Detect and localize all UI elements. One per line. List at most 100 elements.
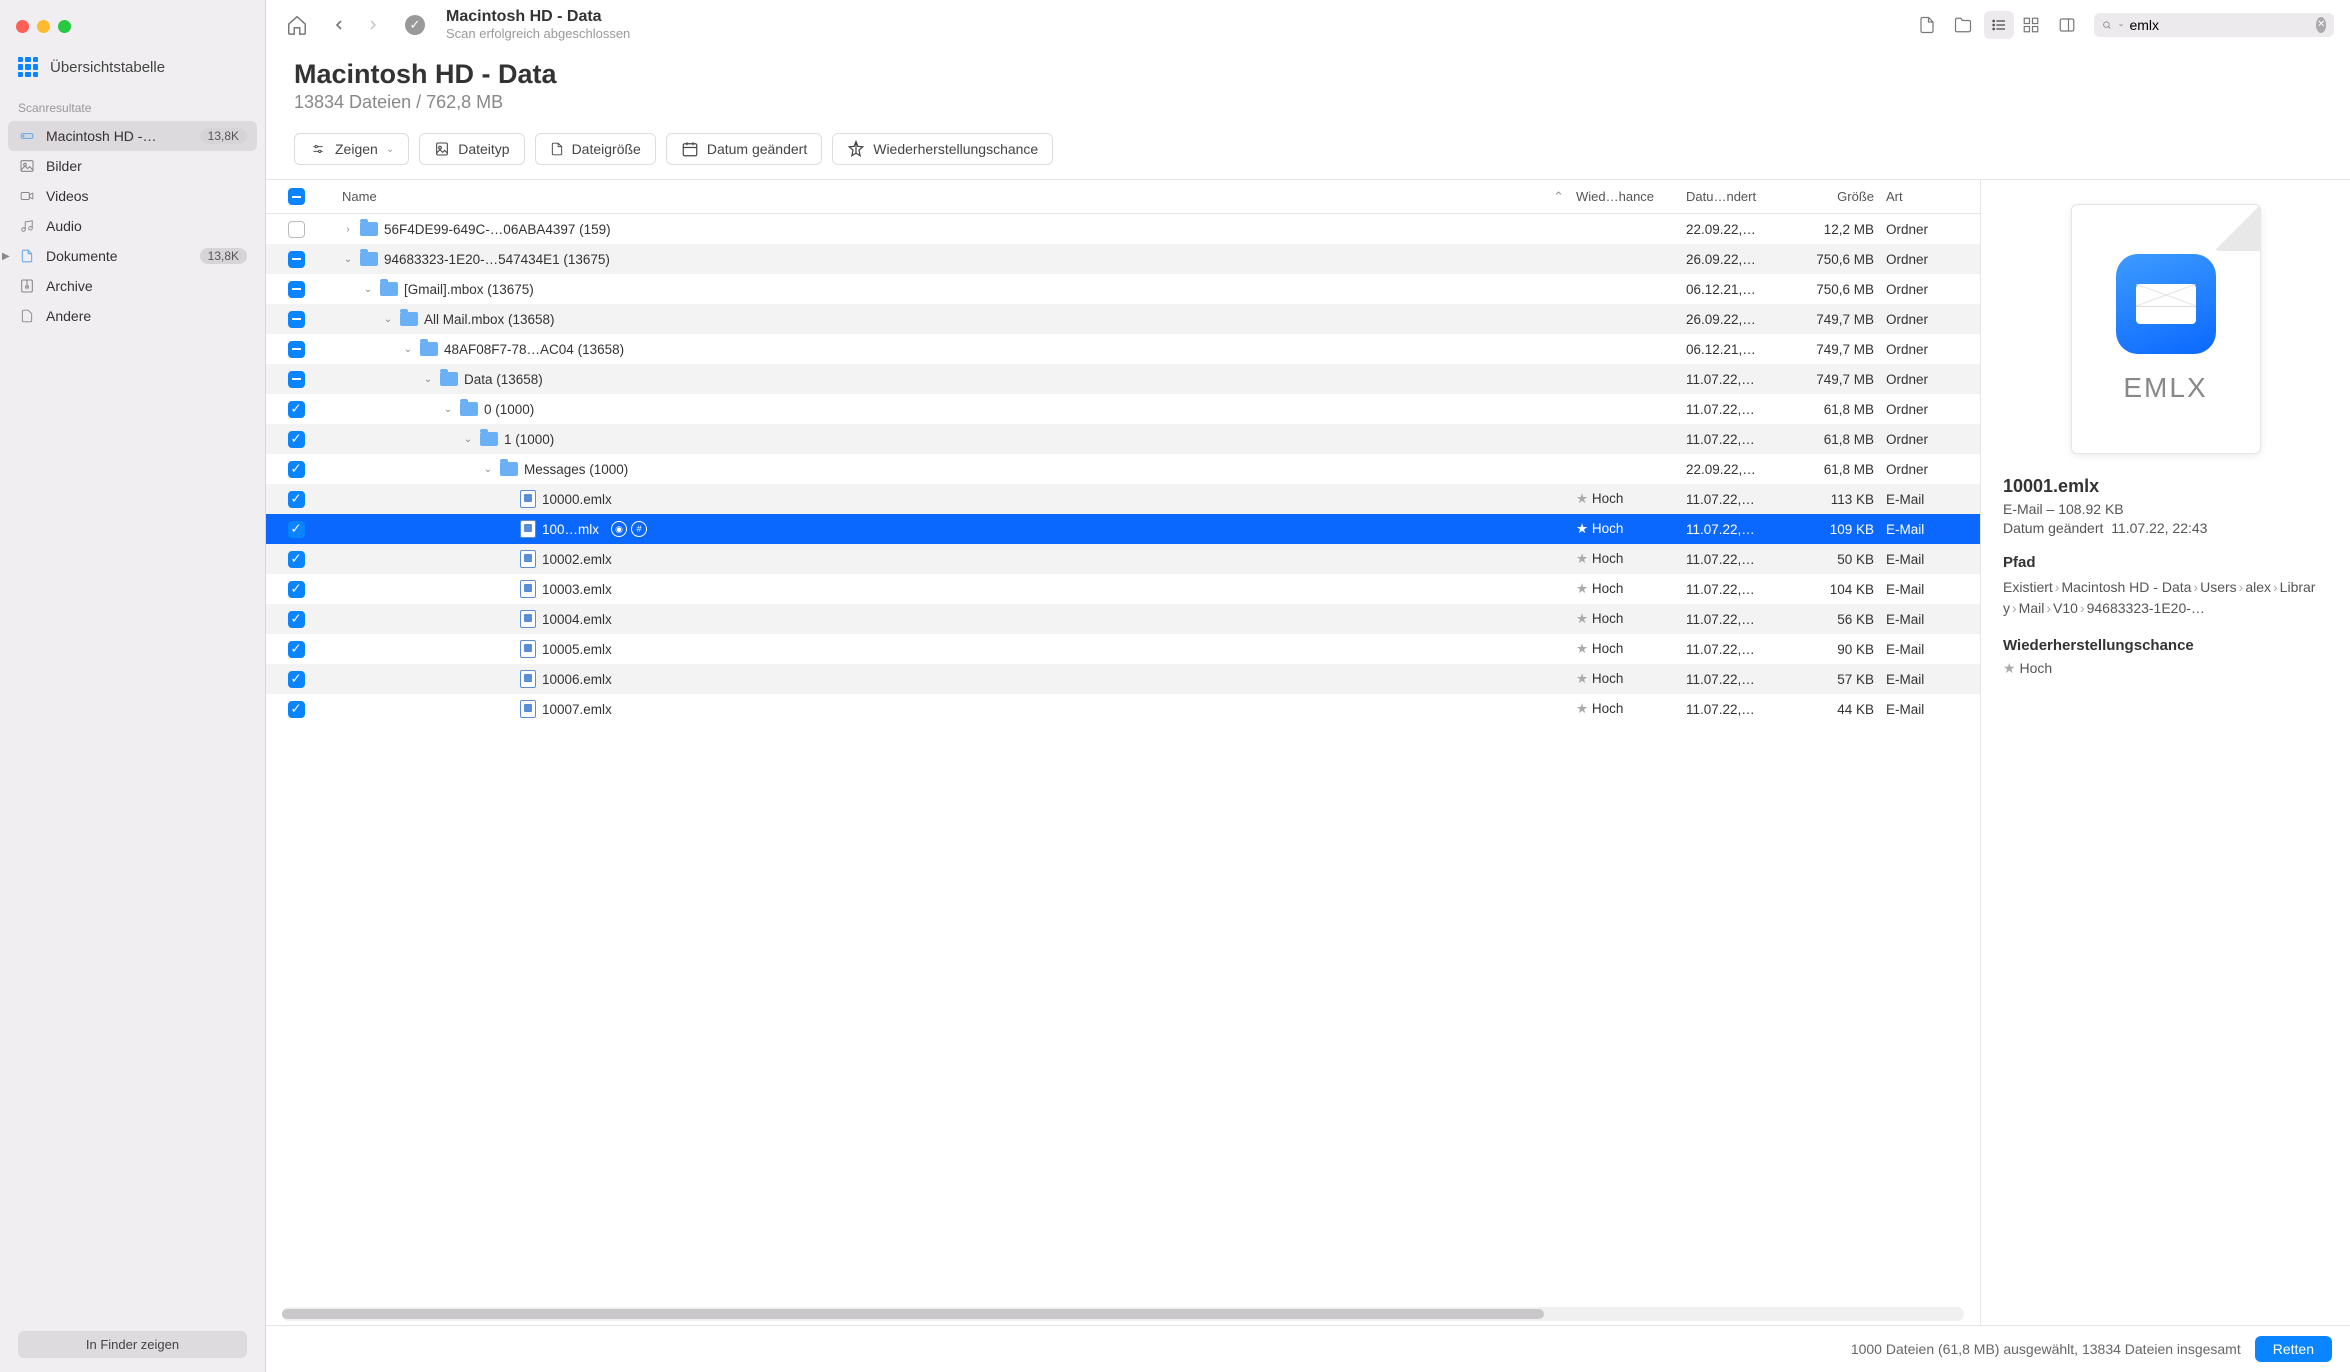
clear-search-button[interactable]: ✕	[2316, 17, 2326, 33]
row-checkbox[interactable]: ✓	[288, 701, 305, 718]
recovery-chance-filter-button[interactable]: Wiederherstellungschance	[832, 133, 1053, 165]
star-icon: ★	[1576, 581, 1588, 596]
disclosure-triangle[interactable]: ⌄	[462, 434, 474, 445]
recover-button[interactable]: Retten	[2255, 1336, 2332, 1362]
chevron-down-icon: ⌄	[386, 144, 394, 155]
file-name: 10000.emlx	[542, 492, 612, 507]
row-checkbox[interactable]	[288, 341, 305, 358]
file-name: 48AF08F7-78…AC04 (13658)	[444, 342, 624, 357]
maximize-window-button[interactable]	[58, 20, 71, 33]
row-checkbox[interactable]: ✓	[288, 671, 305, 688]
table-row[interactable]: ⌄48AF08F7-78…AC04 (13658)06.12.21,…749,7…	[266, 334, 1980, 364]
row-checkbox[interactable]: ✓	[288, 551, 305, 568]
table-row[interactable]: ✓10005.emlx★ Hoch11.07.22,…90 KBE-Mail	[266, 634, 1980, 664]
column-header-chance[interactable]: Wied…hance	[1576, 189, 1686, 204]
table-row[interactable]: ✓10006.emlx★ Hoch11.07.22,…57 KBE-Mail	[266, 664, 1980, 694]
table-row[interactable]: ✓10003.emlx★ Hoch11.07.22,…104 KBE-Mail	[266, 574, 1980, 604]
folder-icon	[500, 462, 518, 476]
sidebar-item-video[interactable]: Videos	[8, 181, 257, 211]
file-icon	[434, 140, 450, 158]
star-icon: ★	[1576, 671, 1588, 686]
sidebar-item-drive[interactable]: Macintosh HD -…13,8K	[8, 121, 257, 151]
show-in-finder-button[interactable]: In Finder zeigen	[18, 1331, 247, 1358]
table-row[interactable]: ⌄94683323-1E20-…547434E1 (13675)26.09.22…	[266, 244, 1980, 274]
file-name: 10006.emlx	[542, 672, 612, 687]
table-row[interactable]: ✓10000.emlx★ Hoch11.07.22,…113 KBE-Mail	[266, 484, 1980, 514]
sidebar-item-label: Videos	[46, 188, 247, 204]
disclosure-triangle[interactable]: ⌄	[482, 464, 494, 475]
row-checkbox[interactable]: ✓	[288, 401, 305, 418]
row-checkbox[interactable]: ✓	[288, 581, 305, 598]
close-window-button[interactable]	[16, 20, 29, 33]
sidebar-item-label: Archive	[46, 278, 247, 294]
row-checkbox[interactable]: ✓	[288, 641, 305, 658]
mail-file-icon	[520, 490, 536, 508]
list-view-button[interactable]	[1984, 11, 2014, 39]
date-filter-button[interactable]: Datum geändert	[666, 133, 822, 165]
recovery-chance-heading: Wiederherstellungschance	[2003, 637, 2328, 654]
home-button[interactable]	[282, 11, 312, 39]
row-checkbox[interactable]	[288, 221, 305, 238]
table-row[interactable]: ›56F4DE99-649C-…06ABA4397 (159)22.09.22,…	[266, 214, 1980, 244]
new-file-button[interactable]	[1912, 11, 1942, 39]
search-field[interactable]: ✕	[2094, 13, 2334, 37]
filesize-filter-button[interactable]: Dateigröße	[535, 133, 656, 165]
disclosure-triangle[interactable]: ⌄	[402, 344, 414, 355]
disclosure-triangle[interactable]: ⌄	[442, 404, 454, 415]
row-checkbox[interactable]	[288, 311, 305, 328]
table-row[interactable]: ✓10002.emlx★ Hoch11.07.22,…50 KBE-Mail	[266, 544, 1980, 574]
table-row[interactable]: ✓100…mlx◉#★ Hoch11.07.22,…109 KBE-Mail	[266, 514, 1980, 544]
table-row[interactable]: ✓⌄1 (1000)11.07.22,…61,8 MBOrdner	[266, 424, 1980, 454]
mail-file-icon	[520, 550, 536, 568]
sidebar-item-doc[interactable]: ▶Dokumente13,8K	[8, 241, 257, 271]
grid-view-button[interactable]	[2016, 11, 2046, 39]
table-row[interactable]: ✓10007.emlx★ Hoch11.07.22,…44 KBE-Mail	[266, 694, 1980, 724]
preview-icon[interactable]: ◉	[611, 521, 627, 537]
column-header-type[interactable]: Art	[1886, 189, 1966, 204]
disclosure-triangle[interactable]: ⌄	[422, 374, 434, 385]
row-checkbox[interactable]: ✓	[288, 491, 305, 508]
column-header-date[interactable]: Datu…ndert	[1686, 189, 1786, 204]
filetype-filter-button[interactable]: Dateityp	[419, 133, 524, 165]
back-button[interactable]	[324, 11, 354, 39]
select-all-checkbox[interactable]	[288, 188, 305, 205]
column-header-size[interactable]: Größe	[1786, 189, 1886, 204]
horizontal-scrollbar[interactable]	[282, 1307, 1964, 1321]
file-name: 10005.emlx	[542, 642, 612, 657]
table-row[interactable]: ⌄Data (13658)11.07.22,…749,7 MBOrdner	[266, 364, 1980, 394]
row-checkbox[interactable]	[288, 371, 305, 388]
other-icon	[18, 307, 36, 325]
sidebar-item-other[interactable]: Andere	[8, 301, 257, 331]
table-row[interactable]: ✓⌄0 (1000)11.07.22,…61,8 MBOrdner	[266, 394, 1980, 424]
sidebar-item-audio[interactable]: Audio	[8, 211, 257, 241]
folder-button[interactable]	[1948, 11, 1978, 39]
envelope-icon	[2136, 284, 2196, 324]
disclosure-triangle[interactable]: ⌄	[342, 254, 354, 265]
row-checkbox[interactable]	[288, 281, 305, 298]
table-row[interactable]: ⌄[Gmail].mbox (13675)06.12.21,…750,6 MBO…	[266, 274, 1980, 304]
folder-icon	[440, 372, 458, 386]
table-row[interactable]: ✓⌄Messages (1000)22.09.22,…61,8 MBOrdner	[266, 454, 1980, 484]
table-row[interactable]: ✓10004.emlx★ Hoch11.07.22,…56 KBE-Mail	[266, 604, 1980, 634]
file-name: 10002.emlx	[542, 552, 612, 567]
search-input[interactable]	[2129, 17, 2310, 33]
show-filter-button[interactable]: Zeigen ⌄	[294, 133, 409, 165]
column-header-name[interactable]: Name⌃	[326, 189, 1576, 205]
disclosure-triangle[interactable]: ⌄	[382, 314, 394, 325]
star-icon: ★	[1576, 641, 1588, 656]
row-checkbox[interactable]	[288, 251, 305, 268]
file-name: Messages (1000)	[524, 462, 628, 477]
minimize-window-button[interactable]	[37, 20, 50, 33]
row-checkbox[interactable]: ✓	[288, 461, 305, 478]
sidebar-item-image[interactable]: Bilder	[8, 151, 257, 181]
table-row[interactable]: ⌄All Mail.mbox (13658)26.09.22,…749,7 MB…	[266, 304, 1980, 334]
disclosure-triangle[interactable]: ⌄	[362, 284, 374, 295]
sidebar-item-archive[interactable]: Archive	[8, 271, 257, 301]
toggle-sidebar-button[interactable]	[2052, 11, 2082, 39]
disclosure-triangle[interactable]: ›	[342, 224, 354, 235]
overview-button[interactable]: Übersichtstabelle	[0, 49, 265, 85]
row-checkbox[interactable]: ✓	[288, 521, 305, 538]
hex-icon[interactable]: #	[631, 521, 647, 537]
row-checkbox[interactable]: ✓	[288, 431, 305, 448]
row-checkbox[interactable]: ✓	[288, 611, 305, 628]
